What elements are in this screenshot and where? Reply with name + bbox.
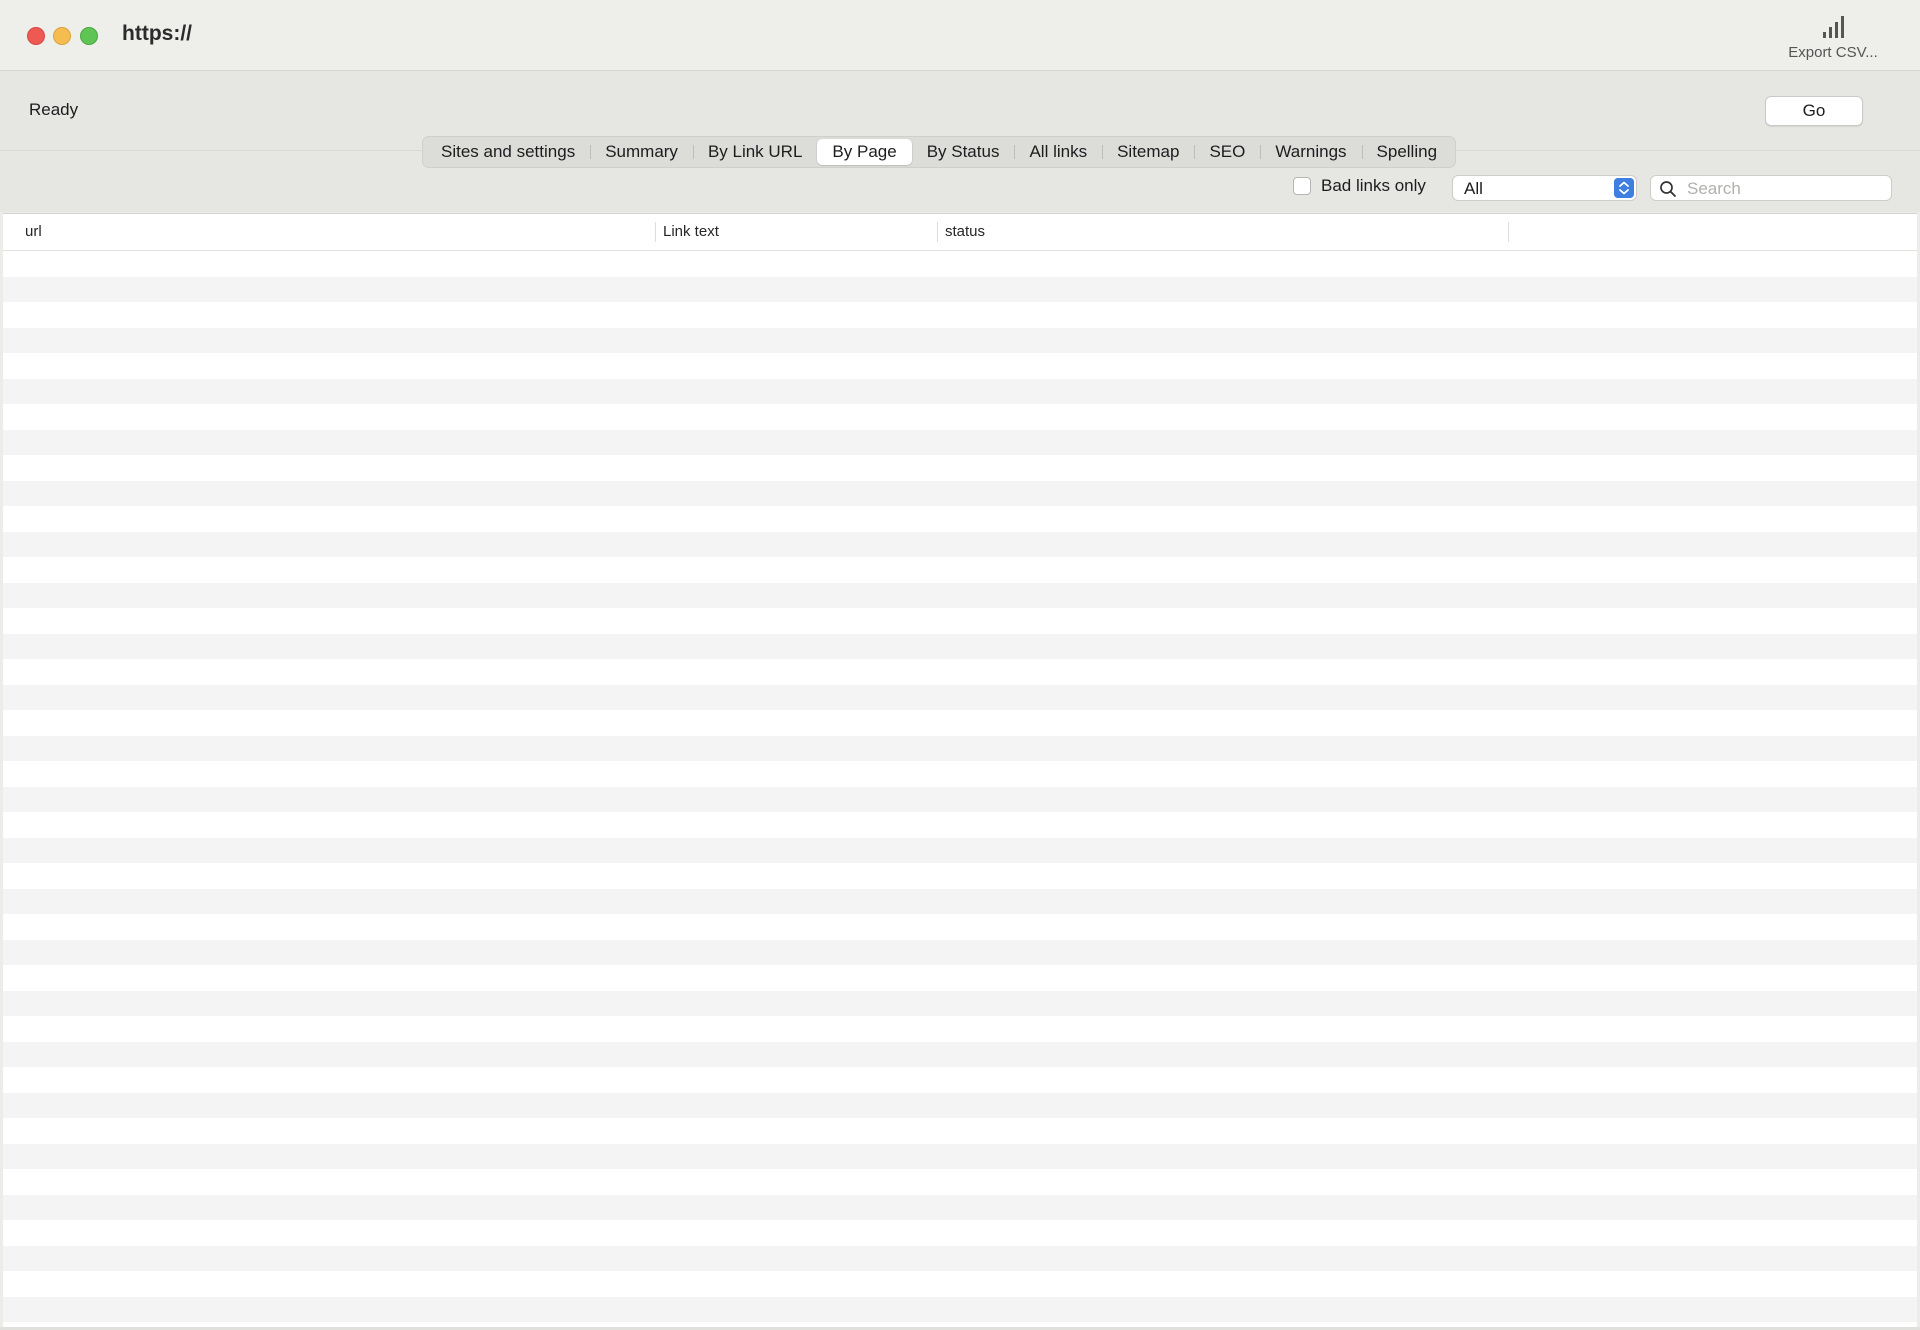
app-window: https:// Export CSV... Ready Go Sites an… <box>0 0 1920 1330</box>
table-row[interactable] <box>3 1296 1917 1322</box>
tab-by-link-url[interactable]: By Link URL <box>692 139 817 165</box>
export-csv-button[interactable]: Export CSV... <box>1768 14 1898 61</box>
table-row[interactable] <box>3 429 1917 455</box>
up-down-chevron-icon <box>1614 178 1634 198</box>
search-input[interactable] <box>1685 177 1889 201</box>
go-button[interactable]: Go <box>1765 96 1863 126</box>
table-row[interactable] <box>3 965 1917 991</box>
status-text: Ready <box>29 100 79 119</box>
table-row[interactable] <box>3 812 1917 838</box>
minimize-window-button[interactable] <box>53 27 71 45</box>
export-csv-label: Export CSV... <box>1788 44 1878 61</box>
table-row[interactable] <box>3 353 1917 379</box>
column-header-status[interactable]: status <box>945 214 985 250</box>
table-row[interactable] <box>3 251 1917 277</box>
table-row[interactable] <box>3 480 1917 506</box>
table-row[interactable] <box>3 582 1917 608</box>
table-row[interactable] <box>3 659 1917 685</box>
tab-all-links[interactable]: All links <box>1014 139 1102 165</box>
column-header-link-text[interactable]: Link text <box>663 214 719 250</box>
tab-sitemap[interactable]: Sitemap <box>1102 139 1194 165</box>
table-row[interactable] <box>3 1016 1917 1042</box>
table-row[interactable] <box>3 914 1917 940</box>
signal-bars-icon <box>1823 16 1844 38</box>
table-row[interactable] <box>3 837 1917 863</box>
tab-by-status[interactable]: By Status <box>912 139 1015 165</box>
maximize-window-button[interactable] <box>80 27 98 45</box>
table-row[interactable] <box>3 531 1917 557</box>
table-row[interactable] <box>3 633 1917 659</box>
column-divider[interactable] <box>655 222 656 242</box>
table-row[interactable] <box>3 455 1917 481</box>
table-row[interactable] <box>3 506 1917 532</box>
tab-bar: Sites and settings Summary By Link URL By P… <box>422 136 1457 168</box>
table-row[interactable] <box>3 327 1917 353</box>
table-header: url Link text status <box>3 214 1917 251</box>
close-window-button[interactable] <box>27 27 45 45</box>
table-row[interactable] <box>3 1169 1917 1195</box>
filter-select-value: All <box>1464 179 1483 198</box>
tab-warnings[interactable]: Warnings <box>1260 139 1361 165</box>
table-row[interactable] <box>3 1143 1917 1169</box>
table-row[interactable] <box>3 990 1917 1016</box>
table-row[interactable] <box>3 1118 1917 1144</box>
table-row[interactable] <box>3 1067 1917 1093</box>
column-header-url[interactable]: url <box>25 214 42 250</box>
search-icon <box>1660 181 1676 197</box>
table-row[interactable] <box>3 1271 1917 1297</box>
table-row[interactable] <box>3 1245 1917 1271</box>
column-divider[interactable] <box>1508 222 1509 242</box>
table-row[interactable] <box>3 1194 1917 1220</box>
tab-by-page[interactable]: By Page <box>817 139 912 165</box>
column-divider[interactable] <box>937 222 938 242</box>
bad-links-only-toggle[interactable]: Bad links only <box>1293 176 1426 196</box>
table-row[interactable] <box>3 735 1917 761</box>
table-body <box>3 251 1917 1328</box>
table-row[interactable] <box>3 1092 1917 1118</box>
title-bar: https:// Export CSV... <box>0 0 1920 71</box>
window-title: https:// <box>122 22 192 45</box>
tab-seo[interactable]: SEO <box>1194 139 1260 165</box>
table-row[interactable] <box>3 888 1917 914</box>
table-row[interactable] <box>3 302 1917 328</box>
table-row[interactable] <box>3 608 1917 634</box>
bad-links-label: Bad links only <box>1321 176 1426 195</box>
table-row[interactable] <box>3 276 1917 302</box>
table-row[interactable] <box>3 863 1917 889</box>
table-row[interactable] <box>3 404 1917 430</box>
table-row[interactable] <box>3 710 1917 736</box>
search-field[interactable] <box>1650 175 1892 201</box>
filter-select[interactable]: All <box>1452 175 1637 201</box>
bad-links-checkbox[interactable] <box>1293 177 1311 195</box>
table-row[interactable] <box>3 761 1917 787</box>
results-table: url Link text status <box>3 213 1917 1328</box>
table-row[interactable] <box>3 378 1917 404</box>
table-row[interactable] <box>3 1220 1917 1246</box>
table-row[interactable] <box>3 786 1917 812</box>
table-row[interactable] <box>3 1041 1917 1067</box>
tab-summary[interactable]: Summary <box>590 139 693 165</box>
table-row[interactable] <box>3 684 1917 710</box>
tab-sites-and-settings[interactable]: Sites and settings <box>426 139 590 165</box>
table-row[interactable] <box>3 557 1917 583</box>
table-row[interactable] <box>3 939 1917 965</box>
tab-spelling[interactable]: Spelling <box>1361 139 1453 165</box>
